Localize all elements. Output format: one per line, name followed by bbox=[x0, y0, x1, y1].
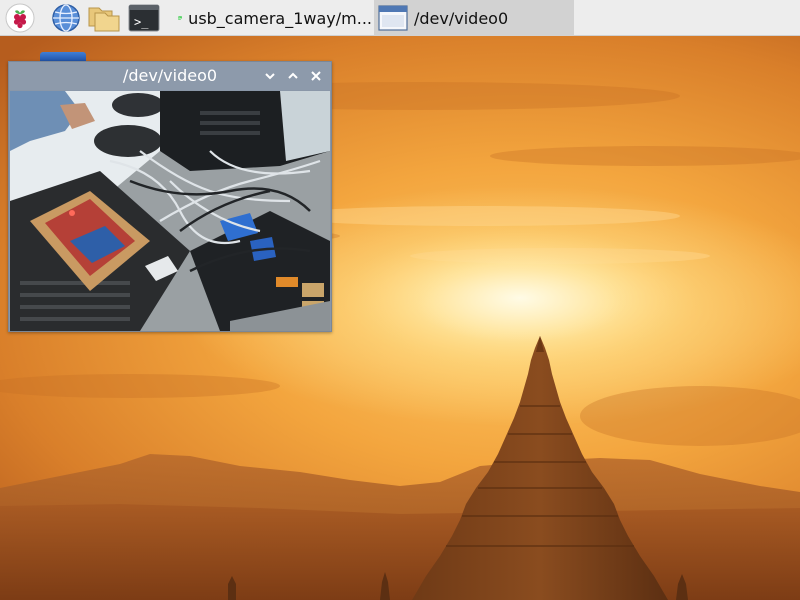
window-icon bbox=[378, 5, 408, 31]
maximize-button[interactable] bbox=[286, 69, 300, 83]
web-browser-button[interactable] bbox=[50, 2, 82, 34]
window-titlebar[interactable]: /dev/video0 bbox=[9, 62, 331, 90]
close-button[interactable] bbox=[309, 69, 323, 83]
raspberry-menu-button[interactable] bbox=[4, 2, 36, 34]
file-manager-icon bbox=[88, 7, 120, 32]
minimize-button[interactable] bbox=[263, 69, 277, 83]
camera-window[interactable]: /dev/video0 bbox=[8, 61, 332, 332]
task-label: usb_camera_1way/m... bbox=[188, 8, 372, 28]
web-browser-icon bbox=[52, 4, 80, 32]
terminal-button[interactable]: >_ bbox=[128, 2, 160, 34]
camera-feed-image bbox=[10, 91, 330, 331]
minimize-icon bbox=[265, 73, 275, 80]
maximize-icon bbox=[288, 72, 298, 79]
window-title: /dev/video0 bbox=[122, 66, 218, 85]
terminal-glyph: >_ bbox=[134, 15, 149, 29]
file-manager-button[interactable] bbox=[88, 2, 120, 34]
task-label: /dev/video0 bbox=[414, 8, 509, 28]
taskbar: >_ Qt usb_camera_1way/m... /dev/video0 bbox=[0, 0, 800, 36]
task-dev-video0[interactable]: /dev/video0 bbox=[374, 0, 574, 36]
task-usb-camera[interactable]: Qt usb_camera_1way/m... bbox=[174, 0, 372, 36]
raspberry-menu-icon bbox=[5, 3, 35, 33]
qt-icon: Qt bbox=[178, 16, 182, 20]
terminal-icon: >_ bbox=[128, 4, 160, 32]
close-icon bbox=[311, 71, 321, 81]
camera-feed bbox=[10, 91, 330, 331]
